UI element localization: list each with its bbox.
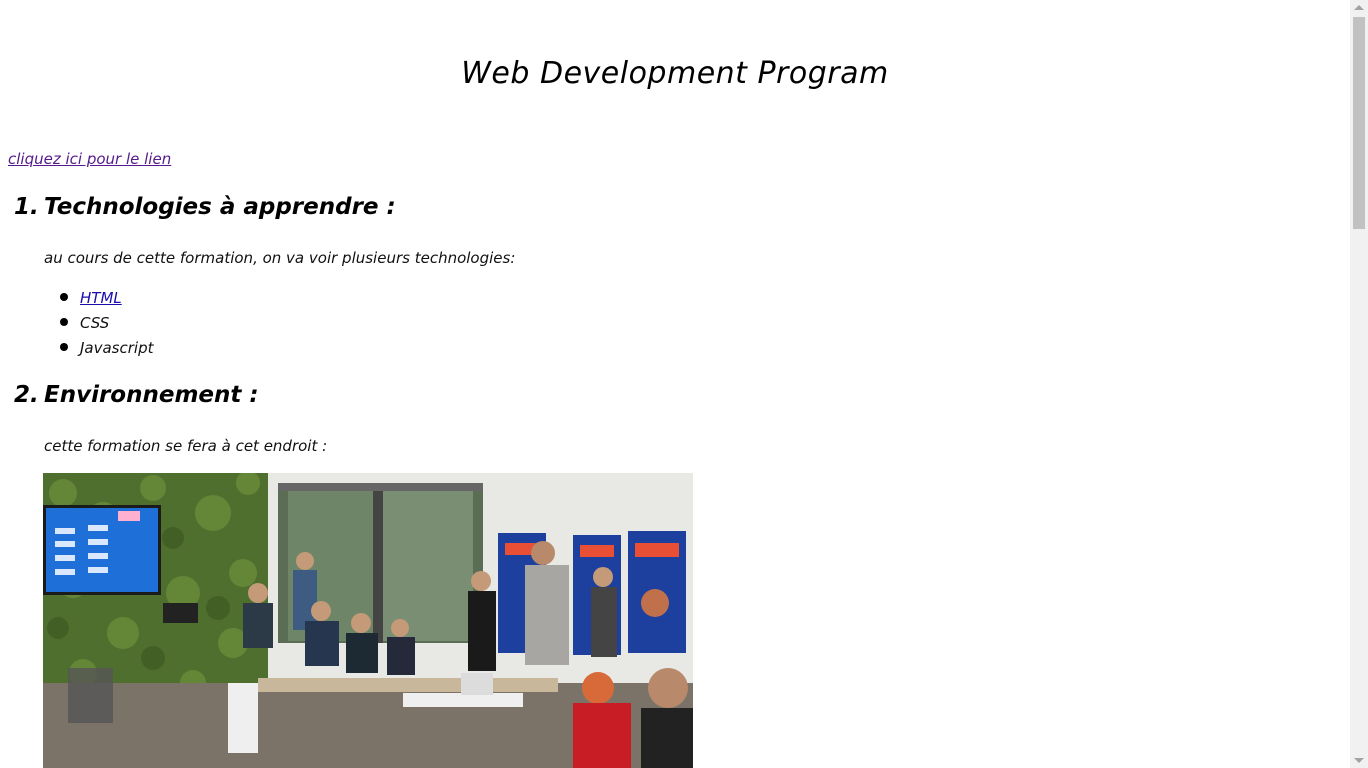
classroom-photo: [43, 473, 693, 768]
technologies-intro: au cours de cette formation, on va voir …: [44, 249, 516, 267]
section-heading-technologies: 1. Technologies à apprendre :: [14, 194, 396, 220]
section-heading-environnement: 2. Environnement :: [14, 382, 259, 408]
section-number: 1.: [14, 194, 39, 220]
bullet-icon: [60, 318, 68, 326]
list-item-html: HTML: [60, 286, 153, 311]
scroll-up-icon[interactable]: [1354, 5, 1364, 10]
bullet-icon: [60, 343, 68, 351]
bullet-icon: [60, 293, 68, 301]
list-item-css: CSS: [60, 311, 153, 336]
javascript-label: Javascript: [80, 339, 154, 357]
link-cliquez-ici[interactable]: cliquez ici pour le lien: [8, 150, 171, 168]
section-number: 2.: [14, 382, 39, 408]
page-title: Web Development Program: [461, 56, 889, 91]
list-item-javascript: Javascript: [60, 336, 154, 361]
scroll-down-icon[interactable]: [1354, 758, 1364, 763]
technology-list: HTML CSS Javascript: [44, 286, 153, 361]
scrollbar-thumb[interactable]: [1353, 17, 1365, 229]
section-title: Environnement :: [44, 382, 259, 408]
css-label: CSS: [80, 314, 110, 332]
vertical-scrollbar[interactable]: [1350, 0, 1368, 768]
section-title: Technologies à apprendre :: [44, 194, 396, 220]
page: Web Development Program cliquez ici pour…: [0, 0, 1350, 768]
html-link[interactable]: HTML: [80, 289, 122, 307]
environment-intro: cette formation se fera à cet endroit :: [44, 437, 328, 455]
